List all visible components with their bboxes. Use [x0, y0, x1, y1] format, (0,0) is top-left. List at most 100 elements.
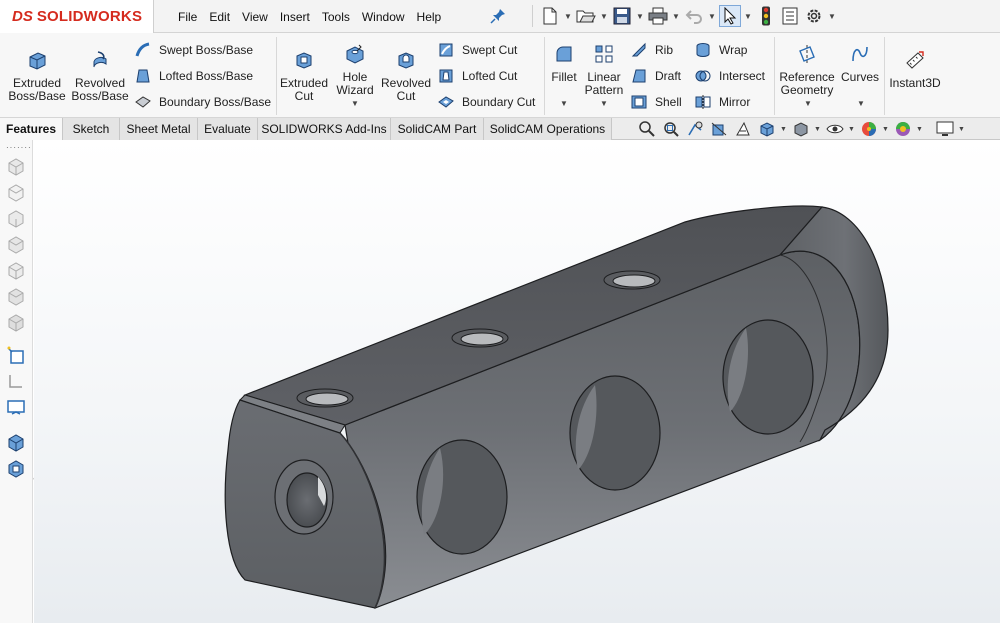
- drag-handle[interactable]: ·······: [6, 143, 32, 152]
- tab-sketch[interactable]: Sketch: [63, 118, 120, 140]
- boundary-boss-button[interactable]: Boundary Boss/Base: [134, 92, 271, 112]
- view-orientation-icon: [760, 122, 774, 137]
- display-style-button[interactable]: [790, 118, 812, 140]
- boundary-cut-button[interactable]: Boundary Cut: [437, 92, 535, 112]
- chevron-down-icon[interactable]: ▼: [560, 99, 568, 108]
- undo-button[interactable]: [683, 5, 705, 27]
- chevron-down-icon[interactable]: ▼: [780, 126, 788, 133]
- chevron-down-icon[interactable]: ▼: [882, 126, 890, 133]
- select-button[interactable]: [719, 5, 741, 27]
- mirror-label: Mirror: [719, 95, 751, 109]
- tab-solidworks-add-ins[interactable]: SOLIDWORKS Add-Ins: [258, 118, 391, 140]
- shell-button[interactable]: Shell: [630, 92, 682, 112]
- lofted-boss-button[interactable]: Lofted Boss/Base: [134, 66, 253, 86]
- isometric-view-icon[interactable]: [6, 312, 26, 332]
- fillet-button[interactable]: Fillet: [548, 43, 580, 84]
- swept-boss-label: Swept Boss/Base: [159, 43, 254, 57]
- section-view-button[interactable]: [708, 118, 730, 140]
- instant3d-button[interactable]: Instant3D: [888, 49, 942, 90]
- chevron-down-icon[interactable]: ▼: [635, 5, 645, 27]
- previous-view-button[interactable]: [684, 118, 706, 140]
- revolved-boss-button[interactable]: Revolved Boss/Base: [69, 49, 131, 103]
- chevron-down-icon[interactable]: ▼: [916, 126, 924, 133]
- chevron-down-icon[interactable]: ▼: [827, 5, 837, 27]
- tab-solidcam-part[interactable]: SolidCAM Part: [391, 118, 484, 140]
- extruded-cut-button[interactable]: Extruded Cut: [279, 49, 329, 103]
- normal-to-icon[interactable]: [6, 345, 26, 365]
- chevron-down-icon[interactable]: ▼: [804, 99, 812, 108]
- menu-insert[interactable]: Insert: [274, 10, 316, 24]
- chevron-down-icon[interactable]: ▼: [958, 126, 966, 133]
- standard-view-left-icon[interactable]: [6, 208, 26, 228]
- link-views-icon[interactable]: [6, 398, 26, 418]
- menu-file[interactable]: File: [172, 10, 203, 24]
- rebuild-button[interactable]: [755, 5, 777, 27]
- print-button[interactable]: [647, 5, 669, 27]
- rib-button[interactable]: Rib: [630, 40, 673, 60]
- menu-tools[interactable]: Tools: [316, 10, 356, 24]
- draft-icon: [632, 69, 646, 83]
- chevron-down-icon[interactable]: ▼: [848, 126, 856, 133]
- graphics-area[interactable]: [34, 140, 1000, 623]
- solidworks-logo[interactable]: DS SOLIDWORKS: [0, 0, 154, 33]
- standard-view-bottom-icon[interactable]: [6, 286, 26, 306]
- swept-cut-button[interactable]: Swept Cut: [437, 40, 517, 60]
- mirror-button[interactable]: Mirror: [694, 92, 750, 112]
- options-button[interactable]: [803, 5, 825, 27]
- standard-view-top-icon[interactable]: [6, 260, 26, 280]
- chevron-down-icon[interactable]: ▼: [857, 99, 865, 108]
- file-properties-icon: [782, 7, 798, 25]
- standard-view-right-icon[interactable]: [6, 234, 26, 254]
- save-button[interactable]: [611, 5, 633, 27]
- tab-evaluate[interactable]: Evaluate: [198, 118, 258, 140]
- swept-boss-button[interactable]: Swept Boss/Base: [134, 40, 253, 60]
- menu-help[interactable]: Help: [411, 10, 448, 24]
- revolved-cut-button[interactable]: Revolved Cut: [381, 49, 431, 103]
- intersect-button[interactable]: Intersect: [694, 66, 765, 86]
- instant3d-icon: [906, 51, 924, 69]
- part-3d-model[interactable]: [34, 140, 1000, 623]
- tab-sheet-metal[interactable]: Sheet Metal: [120, 118, 198, 140]
- chevron-down-icon[interactable]: ▼: [599, 5, 609, 27]
- zoom-area-button[interactable]: [660, 118, 682, 140]
- tab-features[interactable]: Features: [0, 118, 63, 140]
- curves-button[interactable]: Curves: [840, 43, 880, 84]
- open-button[interactable]: [575, 5, 597, 27]
- chevron-down-icon[interactable]: ▼: [707, 5, 717, 27]
- hide-show-items-button[interactable]: [824, 118, 846, 140]
- pin-menu-icon[interactable]: [490, 8, 506, 24]
- file-properties-button[interactable]: [779, 5, 801, 27]
- menu-window[interactable]: Window: [356, 10, 411, 24]
- hole-wizard-button[interactable]: Hole Wizard: [331, 43, 379, 97]
- chevron-down-icon[interactable]: ▼: [600, 99, 608, 108]
- chevron-down-icon[interactable]: ▼: [563, 5, 573, 27]
- chevron-down-icon[interactable]: ▼: [814, 126, 822, 133]
- chevron-down-icon[interactable]: ▼: [671, 5, 681, 27]
- chevron-down-icon[interactable]: ▼: [351, 99, 359, 108]
- view-settings-button[interactable]: [934, 118, 956, 140]
- standard-view-back-icon[interactable]: [6, 182, 26, 202]
- dynamic-annotation-button[interactable]: [732, 118, 754, 140]
- new-document-button[interactable]: [539, 5, 561, 27]
- extruded-cut-shortcut-icon[interactable]: [6, 458, 26, 478]
- extruded-boss-button[interactable]: Extruded Boss/Base: [6, 49, 68, 103]
- linear-pattern-button[interactable]: Linear Pattern: [583, 43, 625, 97]
- standard-view-front-icon[interactable]: [6, 156, 26, 176]
- single-view-icon[interactable]: [6, 371, 26, 391]
- lofted-cut-button[interactable]: Lofted Cut: [437, 66, 517, 86]
- apply-scene-button[interactable]: [892, 118, 914, 140]
- swept-cut-label: Swept Cut: [462, 43, 518, 57]
- zoom-to-fit-button[interactable]: [636, 118, 658, 140]
- menu-view[interactable]: View: [236, 10, 274, 24]
- draft-button[interactable]: Draft: [630, 66, 681, 86]
- wrap-button[interactable]: Wrap: [694, 40, 747, 60]
- curves-icon: [852, 46, 868, 62]
- view-orientation-button[interactable]: [756, 118, 778, 140]
- zoom-area-icon: [664, 122, 679, 137]
- tab-solidcam-operations[interactable]: SolidCAM Operations: [484, 118, 612, 140]
- menu-edit[interactable]: Edit: [203, 10, 236, 24]
- reference-geometry-button[interactable]: Reference Geometry: [778, 43, 836, 97]
- extruded-boss-shortcut-icon[interactable]: [6, 432, 26, 452]
- edit-appearance-button[interactable]: [858, 118, 880, 140]
- chevron-down-icon[interactable]: ▼: [743, 5, 753, 27]
